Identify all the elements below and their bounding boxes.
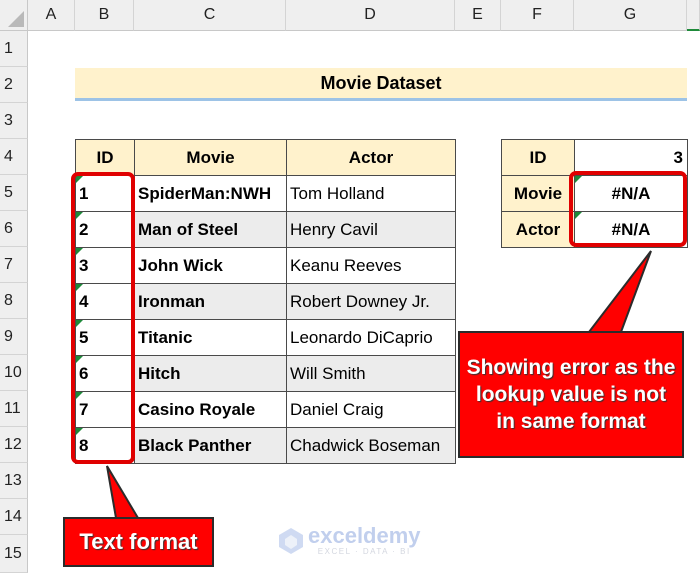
text-format-callout-pointer (106, 465, 140, 519)
text-format-callout: Text format (63, 517, 214, 567)
error-explanation-callout: Showing error as the lookup value is not… (458, 331, 684, 458)
error-callout-pointer (586, 250, 652, 333)
watermark-name: exceldemy (308, 523, 421, 548)
exceldemy-logo-icon (279, 527, 303, 554)
callout-pointers (106, 250, 652, 519)
exceldemy-watermark: exceldemy EXCEL · DATA · BI (278, 525, 421, 556)
watermark-tagline: EXCEL · DATA · BI (317, 547, 411, 556)
